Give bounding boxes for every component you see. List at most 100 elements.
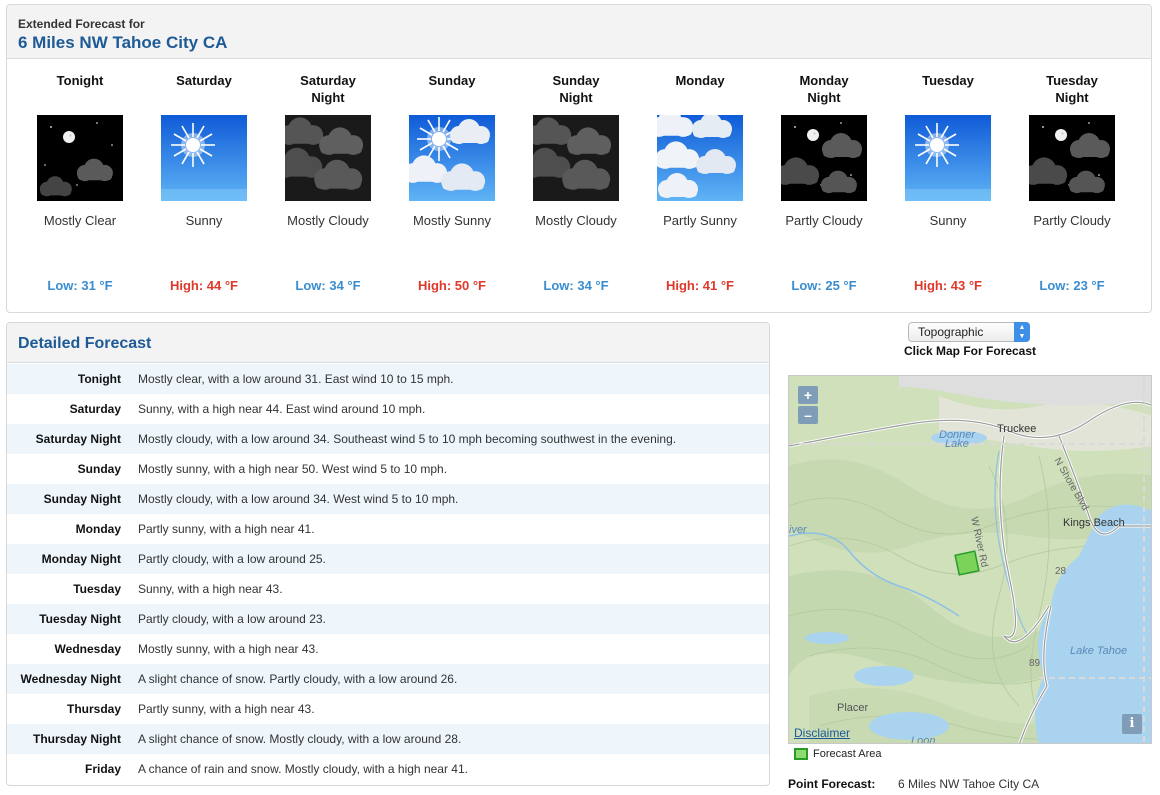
forecast-row-text: Partly sunny, with a high near 41. [138,522,315,536]
forecast-period[interactable]: Monday Night Partly Cloudy Low: 25 °F [762,67,886,307]
period-description: Sunny [929,213,967,228]
forecast-row: Saturday Night Mostly cloudy, with a low… [7,424,769,454]
map-info-button[interactable]: i [1122,714,1142,734]
period-name: Tonight [56,73,104,88]
detailed-forecast-panel: Detailed Forecast Tonight Mostly clear, … [6,322,770,786]
forecast-row: Wednesday Night A slight chance of snow.… [7,664,769,694]
forecast-row-text: Mostly cloudy, with a low around 34. Sou… [138,432,677,446]
zoom-out-button[interactable]: – [798,406,818,424]
forecast-row: Sunday Mostly sunny, with a high near 50… [7,454,769,484]
map-label-route-89: 89 [1029,658,1041,669]
forecast-period[interactable]: Tonight Mostly Clear Low: 31 °F [18,67,142,307]
period-name: Sunday Night [552,73,600,105]
map-label-loon: Loon [911,735,936,744]
forecast-row-text: Partly cloudy, with a low around 23. [138,612,326,626]
forecast-row-text: Mostly sunny, with a high near 43. [138,642,319,656]
legend-label: Forecast Area [813,748,882,760]
select-arrows-icon[interactable]: ▲ ▼ [1014,322,1030,342]
map-type-value: Topographic [918,325,984,339]
forecast-row-label: Thursday Night [32,732,121,746]
zoom-in-button[interactable]: + [798,386,818,404]
forecast-period[interactable]: Saturday Sunny High: 44 °F [142,67,266,307]
forecast-row-text: Mostly sunny, with a high near 50. West … [138,462,448,476]
forecast-row: Thursday Night A slight chance of snow. … [7,724,769,754]
period-temperature: High: 41 °F [665,278,735,293]
forecast-area-swatch [794,748,808,760]
detailed-forecast-header: Detailed Forecast [7,323,769,363]
forecast-row-text: A slight chance of snow. Mostly cloudy, … [138,732,462,746]
period-description: Partly Sunny [663,213,737,228]
forecast-periods: Tonight Mostly Clear Low: 31 °F Saturday… [18,67,1134,307]
forecast-row: Tuesday Night Partly cloudy, with a low … [7,604,769,634]
forecast-row-text: Sunny, with a high near 43. [138,582,283,596]
period-temperature: High: 43 °F [913,278,983,293]
point-forecast: Point Forecast: 6 Miles NW Tahoe City CA [788,777,1039,791]
map-type-select[interactable]: Topographic ▲ ▼ [908,322,1030,342]
mostly-sunny-icon[interactable] [409,115,495,201]
period-description: Sunny [185,213,223,228]
forecast-row-text: Sunny, with a high near 44. East wind ar… [138,402,426,416]
forecast-row: Saturday Sunny, with a high near 44. Eas… [7,394,769,424]
map-label-route-28: 28 [1055,566,1067,577]
period-description: Mostly Sunny [412,213,492,228]
point-forecast-value: 6 Miles NW Tahoe City CA [898,777,1040,791]
forecast-period[interactable]: Sunday Night Mostly Cloudy Low: 34 °F [514,67,638,307]
forecast-row: Thursday Partly sunny, with a high near … [7,694,769,724]
period-temperature: Low: 25 °F [791,278,857,293]
forecast-period[interactable]: Saturday Night Mostly Cloudy Low: 34 °F [266,67,390,307]
period-name: Tuesday Night [1046,73,1098,105]
period-temperature: Low: 34 °F [295,278,361,293]
night-partly-cloudy-icon[interactable] [781,115,867,201]
forecast-row: Monday Night Partly cloudy, with a low a… [7,544,769,574]
forecast-location-title: 6 Miles NW Tahoe City CA [18,33,228,52]
forecast-row-label: Saturday [69,402,121,416]
forecast-period[interactable]: Monday Partly Sunny High: 41 °F [638,67,762,307]
forecast-row-text: Mostly clear, with a low around 31. East… [138,372,454,386]
forecast-row: Sunday Night Mostly cloudy, with a low a… [7,484,769,514]
period-temperature: Low: 23 °F [1039,278,1105,293]
sunny-icon[interactable] [161,115,247,201]
forecast-row-text: Partly cloudy, with a low around 25. [138,552,326,566]
map-legend: Forecast Area [794,748,881,760]
night-cloudy-icon[interactable] [533,115,619,201]
forecast-row-text: A chance of rain and snow. Mostly cloudy… [138,762,468,776]
period-temperature: High: 50 °F [417,278,487,293]
period-name: Saturday [176,73,232,88]
forecast-row: Monday Partly sunny, with a high near 41… [7,514,769,544]
forecast-row-label: Monday [75,522,121,536]
extended-forecast-header: Extended Forecast for 6 Miles NW Tahoe C… [7,5,1151,59]
forecast-row: Tonight Mostly clear, with a low around … [7,364,769,394]
disclaimer-link[interactable]: Disclaimer [794,726,850,740]
forecast-row-label: Tuesday Night [39,612,121,626]
night-cloudy-icon[interactable] [285,115,371,201]
sunny-icon[interactable] [905,115,991,201]
detailed-forecast-title: Detailed Forecast [18,335,152,352]
map-label-river: iver [789,524,807,536]
night-partly-cloudy-icon[interactable] [1029,115,1115,201]
forecast-map[interactable]: Truckee Donner Lake Kings Beach Lake Tah… [788,375,1152,744]
forecast-row-label: Sunday [77,462,121,476]
night-clear-icon[interactable] [37,115,123,201]
map-label-placer: Placer [837,702,869,714]
map-label-lake-tahoe: Lake Tahoe [1070,645,1128,657]
detailed-forecast-table: Tonight Mostly clear, with a low around … [7,364,769,784]
map-caption: Click Map For Forecast [903,344,1037,358]
forecast-row-label: Wednesday [54,642,121,656]
map-label-truckee: Truckee [997,423,1037,435]
period-description: Mostly Clear [43,213,117,228]
period-temperature: Low: 31 °F [47,278,113,293]
map-label-donner-lake: Lake [945,438,969,450]
forecast-row-text: Partly sunny, with a high near 43. [138,702,315,716]
forecast-period[interactable]: Tuesday Night Partly Cloudy Low: 23 °F [1010,67,1134,307]
forecast-row: Wednesday Mostly sunny, with a high near… [7,634,769,664]
period-name: Saturday Night [300,73,356,105]
forecast-period[interactable]: Tuesday Sunny High: 43 °F [886,67,1010,307]
period-description: Mostly Cloudy [535,213,617,228]
forecast-row-label: Friday [84,762,121,776]
forecast-row-label: Tonight [77,372,121,386]
forecast-row-text: A slight chance of snow. Partly cloudy, … [138,672,458,686]
forecast-period[interactable]: Sunday Mostly Sunny High: 50 °F [390,67,514,307]
period-description: Partly Cloudy [785,213,863,228]
partly-sunny-icon[interactable] [657,115,743,201]
forecast-row-label: Tuesday [73,582,121,596]
